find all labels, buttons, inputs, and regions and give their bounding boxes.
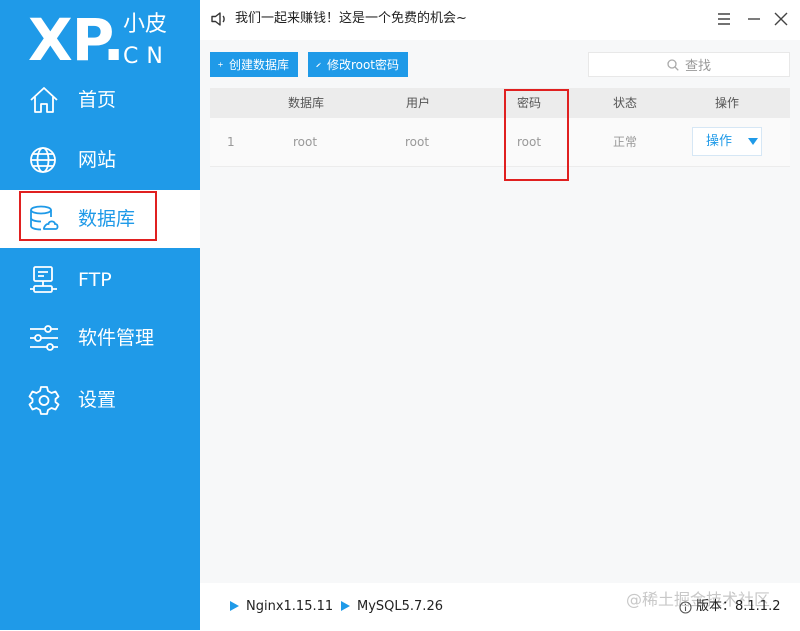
sidebar-item-label: 软件管理	[78, 327, 155, 349]
modify-root-password-button[interactable]: 修改root密码	[308, 52, 408, 77]
sidebar-item-label: FTP	[78, 269, 112, 291]
play-icon	[341, 600, 350, 611]
header-password: 密码	[517, 96, 542, 110]
close-icon[interactable]	[772, 10, 790, 28]
play-icon	[230, 600, 239, 611]
status-bar: Nginx1.15.11 MySQL5.7.26 @稀土掘金技术社区 版本：8.…	[200, 583, 800, 630]
globe-icon	[30, 147, 56, 173]
notice-text: 我们一起来赚钱！这是一个免费的机会~	[235, 11, 467, 26]
header-database: 数据库	[288, 96, 325, 110]
modify-root-password-label: 修改root密码	[326, 58, 399, 72]
sidebar-item-ftp[interactable]: FTP	[0, 251, 200, 309]
version-text: 版本：8.1.1.2	[696, 599, 781, 614]
row-password: root	[517, 135, 542, 149]
app-window: XP. 小皮 CN 首页 网站 数据库 FTP 软件管理 设置 我们一起来赚钱！…	[0, 0, 800, 630]
server-icon	[30, 266, 57, 293]
sidebar-item-software[interactable]: 软件管理	[0, 309, 200, 367]
minimize-icon[interactable]	[745, 10, 763, 28]
row-action-button[interactable]: 操作	[692, 127, 762, 156]
home-icon	[30, 87, 58, 113]
create-database-button[interactable]: 创建数据库	[210, 52, 298, 77]
service-nginx[interactable]: Nginx1.15.11	[230, 583, 333, 631]
main-content: 创建数据库 修改root密码 查找 数据库 用户 密码 状态 操作 1 root…	[200, 40, 800, 630]
sidebar-item-home[interactable]: 首页	[0, 71, 200, 129]
row-status: 正常	[613, 135, 638, 149]
title-bar: 我们一起来赚钱！这是一个免费的机会~	[200, 0, 800, 40]
row-database: root	[293, 135, 318, 149]
gear-icon	[28, 386, 60, 415]
logo-sub-top: 小皮	[123, 12, 168, 37]
speaker-icon	[211, 12, 225, 26]
service-mysql[interactable]: MySQL5.7.26	[341, 583, 443, 631]
search-input[interactable]: 查找	[588, 52, 790, 77]
sidebar-item-label: 首页	[78, 89, 117, 111]
sliders-icon	[30, 325, 58, 351]
row-action-label: 操作	[705, 134, 732, 149]
sidebar-item-database[interactable]: 数据库	[0, 190, 200, 248]
database-table: 数据库 用户 密码 状态 操作 1 root root root 正常 操作	[210, 88, 790, 167]
sidebar-item-label: 网站	[78, 149, 117, 171]
header-action: 操作	[715, 96, 740, 110]
table-row: 1 root root root 正常 操作	[210, 118, 790, 167]
caret-down-icon[interactable]	[747, 137, 759, 146]
menu-icon[interactable]	[715, 10, 733, 28]
row-index: 1	[227, 135, 235, 149]
service-mysql-label: MySQL5.7.26	[357, 599, 443, 614]
sidebar: XP. 小皮 CN 首页 网站 数据库 FTP 软件管理 设置	[0, 0, 200, 630]
table-header: 数据库 用户 密码 状态 操作	[210, 88, 790, 118]
header-user: 用户	[406, 96, 431, 110]
database-icon	[30, 205, 59, 231]
logo-main: XP.	[28, 6, 125, 74]
sidebar-item-settings[interactable]: 设置	[0, 371, 200, 429]
sidebar-item-label: 设置	[78, 389, 117, 411]
row-user: root	[405, 135, 430, 149]
pencil-icon	[316, 62, 321, 67]
logo-sub-bottom: CN	[123, 44, 171, 69]
search-icon	[667, 58, 679, 71]
search-placeholder: 查找	[684, 59, 711, 74]
sidebar-item-label: 数据库	[78, 208, 136, 230]
service-nginx-label: Nginx1.15.11	[246, 599, 334, 614]
sidebar-item-website[interactable]: 网站	[0, 131, 200, 189]
plus-icon	[218, 62, 223, 67]
create-database-label: 创建数据库	[228, 58, 289, 72]
info-icon	[679, 601, 692, 614]
header-status: 状态	[613, 96, 638, 110]
